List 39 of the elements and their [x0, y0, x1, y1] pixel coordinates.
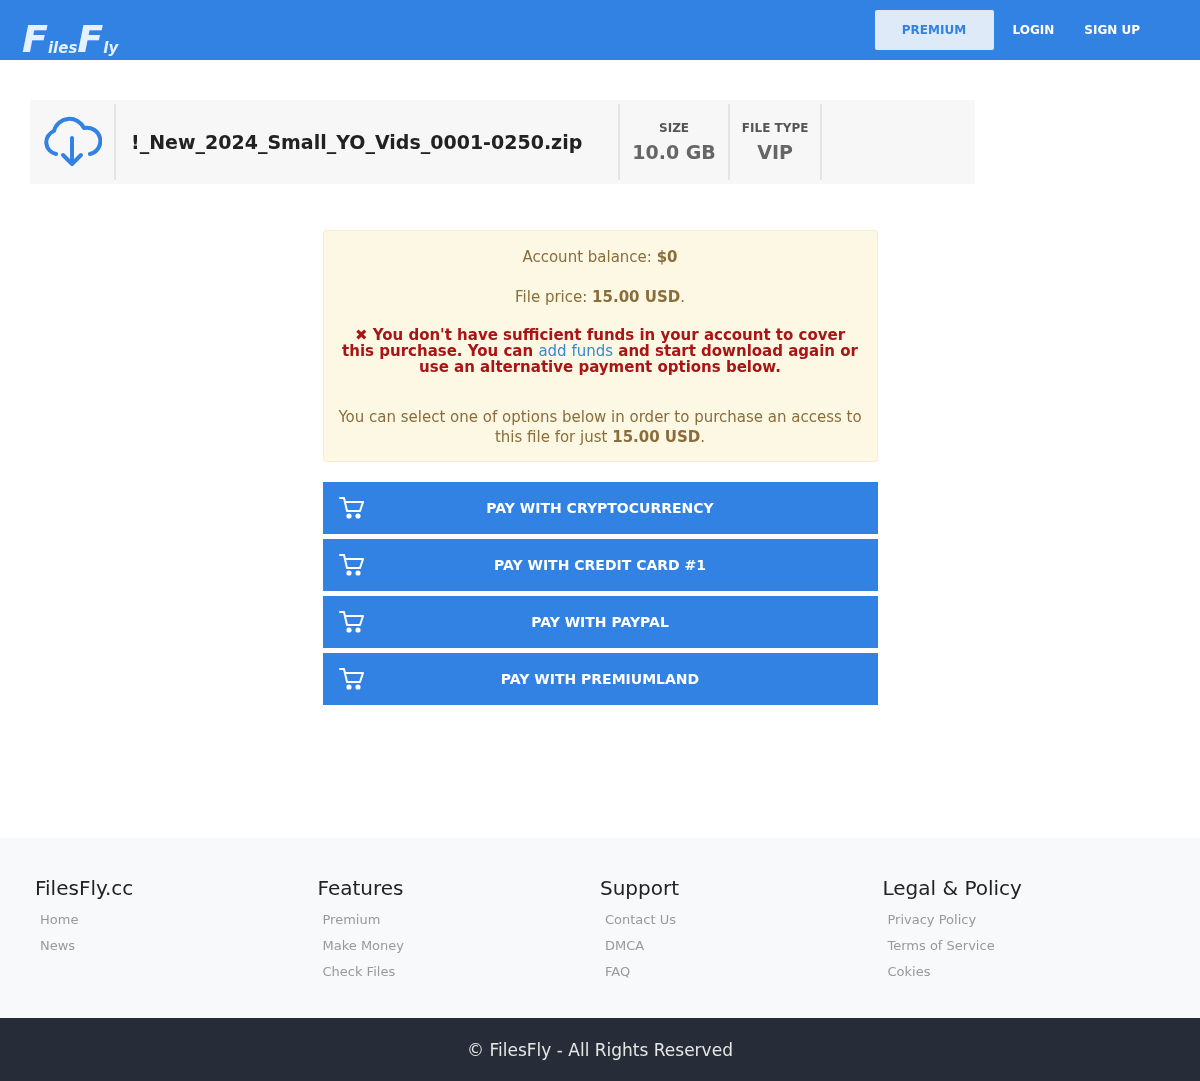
cart-icon [338, 553, 365, 577]
footer-link[interactable]: FAQ [605, 964, 631, 979]
footer-link[interactable]: Privacy Policy [887, 912, 977, 927]
options-text: You can select one of options below in order to purchase an access to this file for just 15.00 USD. [337, 407, 863, 447]
pay-button[interactable]: PAY WITH CREDIT CARD #1 [322, 539, 878, 591]
price-text: File price: 15.00 USD. [514, 287, 686, 307]
stat-value: 10.0 GB [632, 141, 716, 163]
site-logo[interactable]: FilesFly [22, 4, 119, 56]
balance-text: Account balance: $0 [521, 247, 679, 267]
footer-heading: Features [317, 876, 405, 900]
file-name: !_New_2024_Small_YO_Vids_0001-0250.zip [130, 131, 584, 153]
footer-heading: Support [600, 876, 681, 900]
nav-link[interactable]: SIGN UP [1069, 10, 1155, 50]
nav-link[interactable]: LOGIN [997, 10, 1070, 50]
stat-label: SIZE [659, 121, 690, 135]
footer-link[interactable]: DMCA [605, 938, 645, 953]
cart-icon [338, 667, 365, 691]
cloud-download-icon [42, 116, 102, 168]
stat-value: VIP [757, 141, 793, 163]
cart-icon [338, 496, 365, 520]
footer-heading: FilesFly.cc [35, 876, 135, 900]
cart-icon [338, 610, 365, 634]
footer-link[interactable]: Check Files [322, 964, 396, 979]
error-message: ✖ You don't have sufficient funds in your account to cover this purchase. You can add funds and start download again or use an alternative payment options below. [341, 327, 859, 375]
nav-link[interactable]: PREMIUM [874, 10, 994, 50]
footer-link[interactable]: Premium [322, 912, 381, 927]
footer-link[interactable]: Contact Us [605, 912, 676, 927]
pay-button[interactable]: PAY WITH CRYPTOCURRENCY [322, 482, 878, 534]
footer-link[interactable]: Cokies [887, 964, 931, 979]
footer-link[interactable]: News [40, 938, 76, 953]
pay-button[interactable]: PAY WITH PREMIUMLAND [322, 653, 878, 705]
copyright-text: © FilesFly - All Rights Reserved [467, 1039, 733, 1060]
footer-link[interactable]: Terms of Service [887, 938, 995, 953]
footer-link[interactable]: Make Money [322, 938, 404, 953]
footer-link[interactable]: Home [40, 912, 79, 927]
stat-label: FILE TYPE [741, 121, 809, 135]
pay-button[interactable]: PAY WITH PAYPAL [322, 596, 878, 648]
footer-heading: Legal & Policy [882, 876, 1023, 900]
add-funds-link[interactable]: add funds [538, 342, 614, 360]
